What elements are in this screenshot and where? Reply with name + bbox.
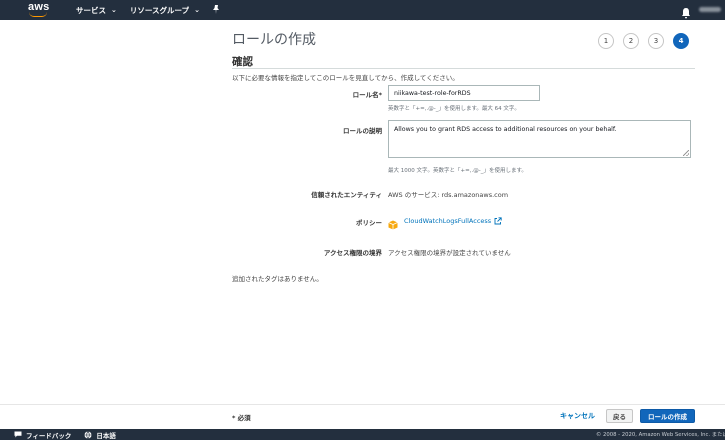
role-name-label: ロール名* [352, 91, 382, 99]
language-selector[interactable]: 日本語 [84, 430, 116, 440]
bell-icon[interactable] [681, 4, 691, 19]
account-menu[interactable] [699, 7, 721, 12]
section-title: 確認 [232, 56, 253, 68]
external-link-icon [494, 217, 502, 225]
action-bar-divider [0, 404, 725, 405]
resize-handle-icon[interactable] [683, 150, 689, 156]
language-label: 日本語 [96, 431, 116, 440]
policy-name: CloudWatchLogsFullAccess [404, 217, 492, 225]
permissions-boundary-value: アクセス権限の境界が設定されていません [388, 249, 511, 257]
back-button[interactable]: 戻る [606, 409, 633, 423]
trusted-entity-label: 信頼されたエンティティ [311, 191, 382, 199]
services-label: サービス [76, 5, 106, 15]
step-4: 4 [673, 33, 689, 49]
no-tags-text: 追加されたタグはありません。 [232, 275, 323, 283]
policy-label: ポリシー [356, 219, 382, 227]
aws-logo-smile [29, 12, 47, 17]
permissions-boundary-label: アクセス権限の境界 [323, 249, 382, 257]
resource-groups-label: リソースグループ [129, 5, 190, 15]
role-name-input[interactable]: niikawa-test-role-forRDS [388, 85, 540, 101]
role-description-textarea[interactable]: Allows you to grant RDS access to additi… [388, 120, 691, 158]
feedback-link[interactable]: フィードバック [14, 430, 71, 440]
role-description-value: Allows you to grant RDS access to additi… [394, 126, 617, 133]
top-nav: aws サービス ⌄ リソースグループ ⌄ [0, 0, 725, 20]
speech-bubble-icon [14, 431, 22, 438]
services-menu[interactable]: サービス ⌄ [76, 5, 117, 16]
create-role-button[interactable]: ロールの作成 [640, 409, 695, 423]
globe-icon [84, 430, 92, 439]
step-2[interactable]: 2 [623, 33, 639, 49]
pin-icon[interactable] [212, 4, 220, 16]
policy-link[interactable]: CloudWatchLogsFullAccess [404, 217, 502, 225]
trusted-entity-value: AWS のサービス: rds.amazonaws.com [388, 191, 509, 199]
role-description-label: ロールの説明 [343, 127, 382, 135]
policy-cube-icon [388, 215, 398, 230]
page-title: ロールの作成 [232, 32, 316, 48]
copyright-text: © 2008 - 2020, Amazon Web Services, Inc.… [596, 432, 725, 438]
role-name-hint: 英数字と「+=,.@-_」を使用します。最大 64 文字。 [388, 106, 520, 112]
section-divider [232, 68, 695, 69]
resource-groups-menu[interactable]: リソースグループ ⌄ [130, 5, 200, 16]
feedback-label: フィードバック [26, 431, 72, 440]
intro-text: 以下に必要な情報を指定してこのロールを見直してから、作成してください。 [232, 74, 459, 82]
cancel-button[interactable]: キャンセル [560, 411, 595, 421]
console-footer: フィードバック 日本語 © 2008 - 2020, Amazon Web Se… [0, 429, 725, 440]
required-note: * 必須 [232, 414, 251, 422]
step-1[interactable]: 1 [598, 33, 614, 49]
step-3[interactable]: 3 [648, 33, 664, 49]
chevron-down-icon: ⌄ [194, 6, 200, 14]
role-description-hint: 最大 1000 文字。英数字と「+=,.@-_」を使用します。 [388, 168, 527, 174]
aws-logo[interactable]: aws [28, 2, 52, 18]
chevron-down-icon: ⌄ [111, 6, 117, 14]
wizard-steps: 1 2 3 4 [598, 33, 689, 49]
